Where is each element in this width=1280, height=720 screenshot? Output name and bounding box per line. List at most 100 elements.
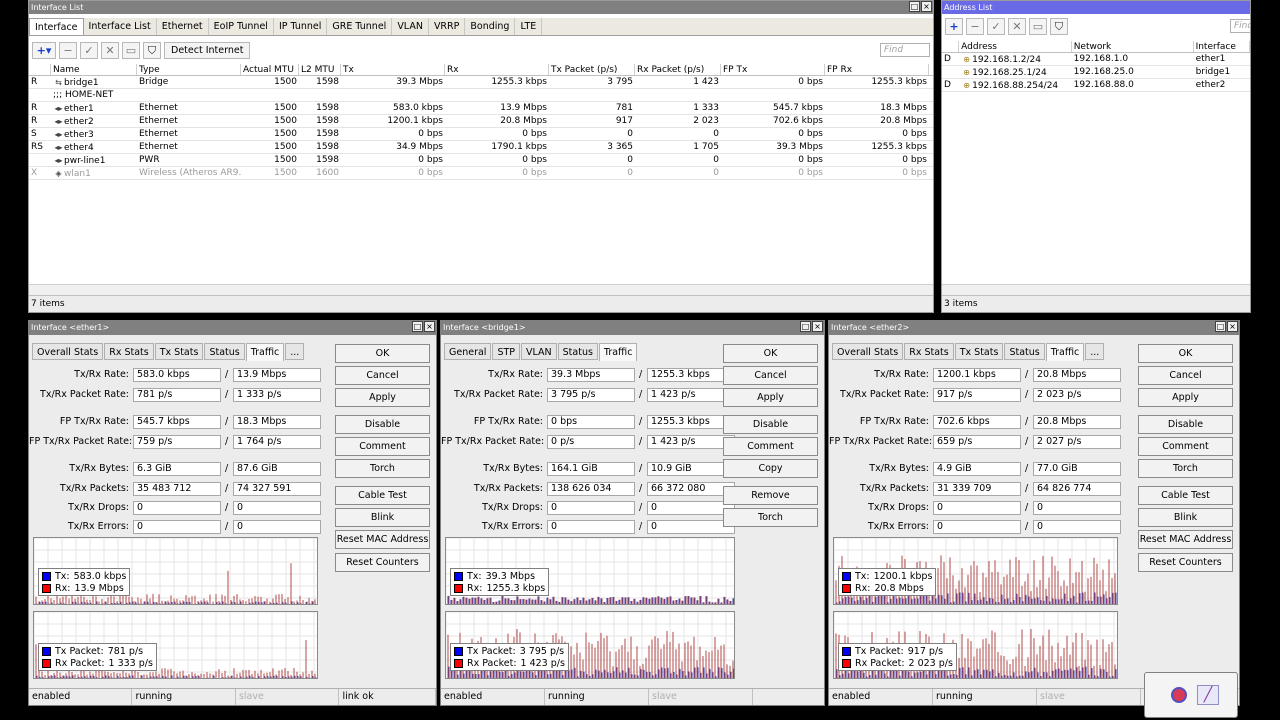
remove-button[interactable]: Remove <box>723 486 818 505</box>
blink-button[interactable]: Blink <box>335 508 430 527</box>
detect-internet-button[interactable]: Detect Internet <box>164 42 251 59</box>
tab-general[interactable]: General <box>444 343 492 360</box>
plus-icon[interactable]: +▾ <box>32 42 56 59</box>
table-row[interactable]: R ◂▸ether1 Ethernet 1500 1598 583.0 kbps 13.9 … <box>29 102 933 115</box>
tab-vrrp[interactable]: VRRP <box>429 18 466 35</box>
column-header[interactable]: Actual MTU <box>241 64 299 75</box>
maximize-icon[interactable]: □ <box>412 321 423 332</box>
ok-button[interactable]: OK <box>335 344 430 363</box>
tab-eoip-tunnel[interactable]: EoIP Tunnel <box>209 18 274 35</box>
tab-tx-stats[interactable]: Tx Stats <box>954 343 1004 360</box>
table-row[interactable]: R ⇆ bridge1 Bridge 1500 1598 39.3 Mbps 1255.3 k… <box>29 76 933 89</box>
tab-vlan[interactable]: VLAN <box>521 343 557 360</box>
copy-button[interactable]: Copy <box>723 459 818 478</box>
tab-overall-stats[interactable]: Overall Stats <box>832 343 904 360</box>
address-find-input[interactable]: Find <box>1230 19 1250 33</box>
torch-button[interactable]: Torch <box>723 508 818 527</box>
tab-traffic[interactable]: Traffic <box>245 343 285 361</box>
interface-find-input[interactable]: Find <box>880 43 930 57</box>
tab-status[interactable]: Status <box>557 343 598 360</box>
apply-button[interactable]: Apply <box>723 388 818 407</box>
filter-icon[interactable]: ⛉ <box>1050 18 1068 35</box>
app-icon[interactable] <box>1171 687 1187 703</box>
tab-bonding[interactable]: Bonding <box>465 18 516 35</box>
reset-counters-button[interactable]: Reset Counters <box>1138 553 1233 572</box>
table-row[interactable]: ;;; HOME-NET <box>29 89 933 102</box>
maximize-icon[interactable]: □ <box>1215 321 1226 332</box>
column-header[interactable]: Interface <box>1194 41 1250 52</box>
minimized-window[interactable]: ╱ <box>1144 672 1238 718</box>
table-row[interactable]: ◂▸pwr-line1 PWR 1500 1598 0 bps 0 bps 0 0 0 bps 0… <box>29 154 933 167</box>
tab--[interactable]: ... <box>1085 343 1105 360</box>
apply-button[interactable]: Apply <box>1138 388 1233 407</box>
note-icon[interactable]: ▭ <box>122 42 140 59</box>
disable-button[interactable]: Disable <box>335 415 430 434</box>
torch-button[interactable]: Torch <box>1138 459 1233 478</box>
close-icon[interactable]: × <box>424 321 435 332</box>
comment-button[interactable]: Comment <box>335 437 430 456</box>
table-row[interactable]: R ◂▸ether2 Ethernet 1500 1598 1200.1 kbps 20.8… <box>29 115 933 128</box>
close-icon[interactable]: × <box>812 321 823 332</box>
plus-icon[interactable]: + <box>945 18 963 35</box>
cancel-button[interactable]: Cancel <box>335 366 430 385</box>
reset-counters-button[interactable]: Reset Counters <box>335 553 430 572</box>
column-header[interactable]: FP Rx <box>825 64 929 75</box>
cancel-button[interactable]: Cancel <box>723 366 818 385</box>
minus-icon[interactable]: − <box>966 18 984 35</box>
tab-rx-stats[interactable]: Rx Stats <box>104 343 154 360</box>
note-icon[interactable]: ▭ <box>1029 18 1047 35</box>
disable-button[interactable]: Disable <box>723 415 818 434</box>
column-header[interactable]: Tx <box>341 64 445 75</box>
column-header[interactable]: Name <box>51 64 137 75</box>
reset-mac-address-button[interactable]: Reset MAC Address <box>335 530 430 549</box>
column-header[interactable]: Address <box>959 41 1072 52</box>
column-header[interactable] <box>29 64 51 75</box>
table-row[interactable]: ⊕ 192.168.25.1/24 192.168.25.0 bridge1 <box>942 66 1250 79</box>
apply-button[interactable]: Apply <box>335 388 430 407</box>
tab-lte[interactable]: LTE <box>515 18 543 35</box>
table-row[interactable]: X ◈ wlan1 Wireless (Atheros AR9... 1500 1600 0… <box>29 167 933 180</box>
cable-test-button[interactable]: Cable Test <box>335 486 430 505</box>
table-row[interactable]: RS ◂▸ether4 Ethernet 1500 1598 34.9 Mbps 1790.… <box>29 141 933 154</box>
column-header[interactable] <box>942 41 960 52</box>
column-header[interactable]: Rx <box>445 64 549 75</box>
cross-icon[interactable]: ✕ <box>101 42 119 59</box>
tab-overall-stats[interactable]: Overall Stats <box>32 343 104 360</box>
cancel-button[interactable]: Cancel <box>1138 366 1233 385</box>
column-header[interactable]: L2 MTU <box>299 64 341 75</box>
tab-stp[interactable]: STP <box>492 343 521 360</box>
address-list-titlebar[interactable]: Address List <box>942 1 1250 14</box>
tab--[interactable]: ... <box>285 343 305 360</box>
tab-vlan[interactable]: VLAN <box>392 18 429 35</box>
maximize-icon[interactable]: □ <box>909 1 920 12</box>
table-row[interactable]: D ⊕ 192.168.88.254/24 192.168.88.0 ether2 <box>942 79 1250 92</box>
blink-button[interactable]: Blink <box>1138 508 1233 527</box>
tab-tx-stats[interactable]: Tx Stats <box>154 343 204 360</box>
table-row[interactable]: S ◂▸ether3 Ethernet 1500 1598 0 bps 0 bps 0 0 0 b… <box>29 128 933 141</box>
check-icon[interactable]: ✓ <box>80 42 98 59</box>
interface-list-titlebar[interactable]: Interface List □ × <box>29 1 933 14</box>
check-icon[interactable]: ✓ <box>987 18 1005 35</box>
cross-icon[interactable]: ✕ <box>1008 18 1026 35</box>
minus-icon[interactable]: − <box>59 42 77 59</box>
cable-test-button[interactable]: Cable Test <box>1138 486 1233 505</box>
tab-rx-stats[interactable]: Rx Stats <box>904 343 954 360</box>
reset-mac-address-button[interactable]: Reset MAC Address <box>1138 530 1233 549</box>
tab-gre-tunnel[interactable]: GRE Tunnel <box>327 18 393 35</box>
column-header[interactable]: Network <box>1072 41 1194 52</box>
table-row[interactable]: D ⊕ 192.168.1.2/24 192.168.1.0 ether1 <box>942 53 1250 66</box>
window-titlebar[interactable]: Interface <bridge1> □ × <box>441 321 824 335</box>
window-titlebar[interactable]: Interface <ether2> □ × <box>829 321 1239 335</box>
tab-interface[interactable]: Interface <box>29 18 84 35</box>
column-header[interactable]: Type <box>137 64 241 75</box>
column-header[interactable]: FP Tx <box>721 64 825 75</box>
tab-status[interactable]: Status <box>1004 343 1045 360</box>
tab-traffic[interactable]: Traffic <box>1045 343 1085 361</box>
pen-icon[interactable]: ╱ <box>1197 685 1219 705</box>
tab-ethernet[interactable]: Ethernet <box>157 18 209 35</box>
disable-button[interactable]: Disable <box>1138 415 1233 434</box>
comment-button[interactable]: Comment <box>723 437 818 456</box>
window-titlebar[interactable]: Interface <ether1> □ × <box>29 321 436 335</box>
column-header[interactable]: Tx Packet (p/s) <box>549 64 635 75</box>
tab-interface-list[interactable]: Interface List <box>84 18 157 35</box>
